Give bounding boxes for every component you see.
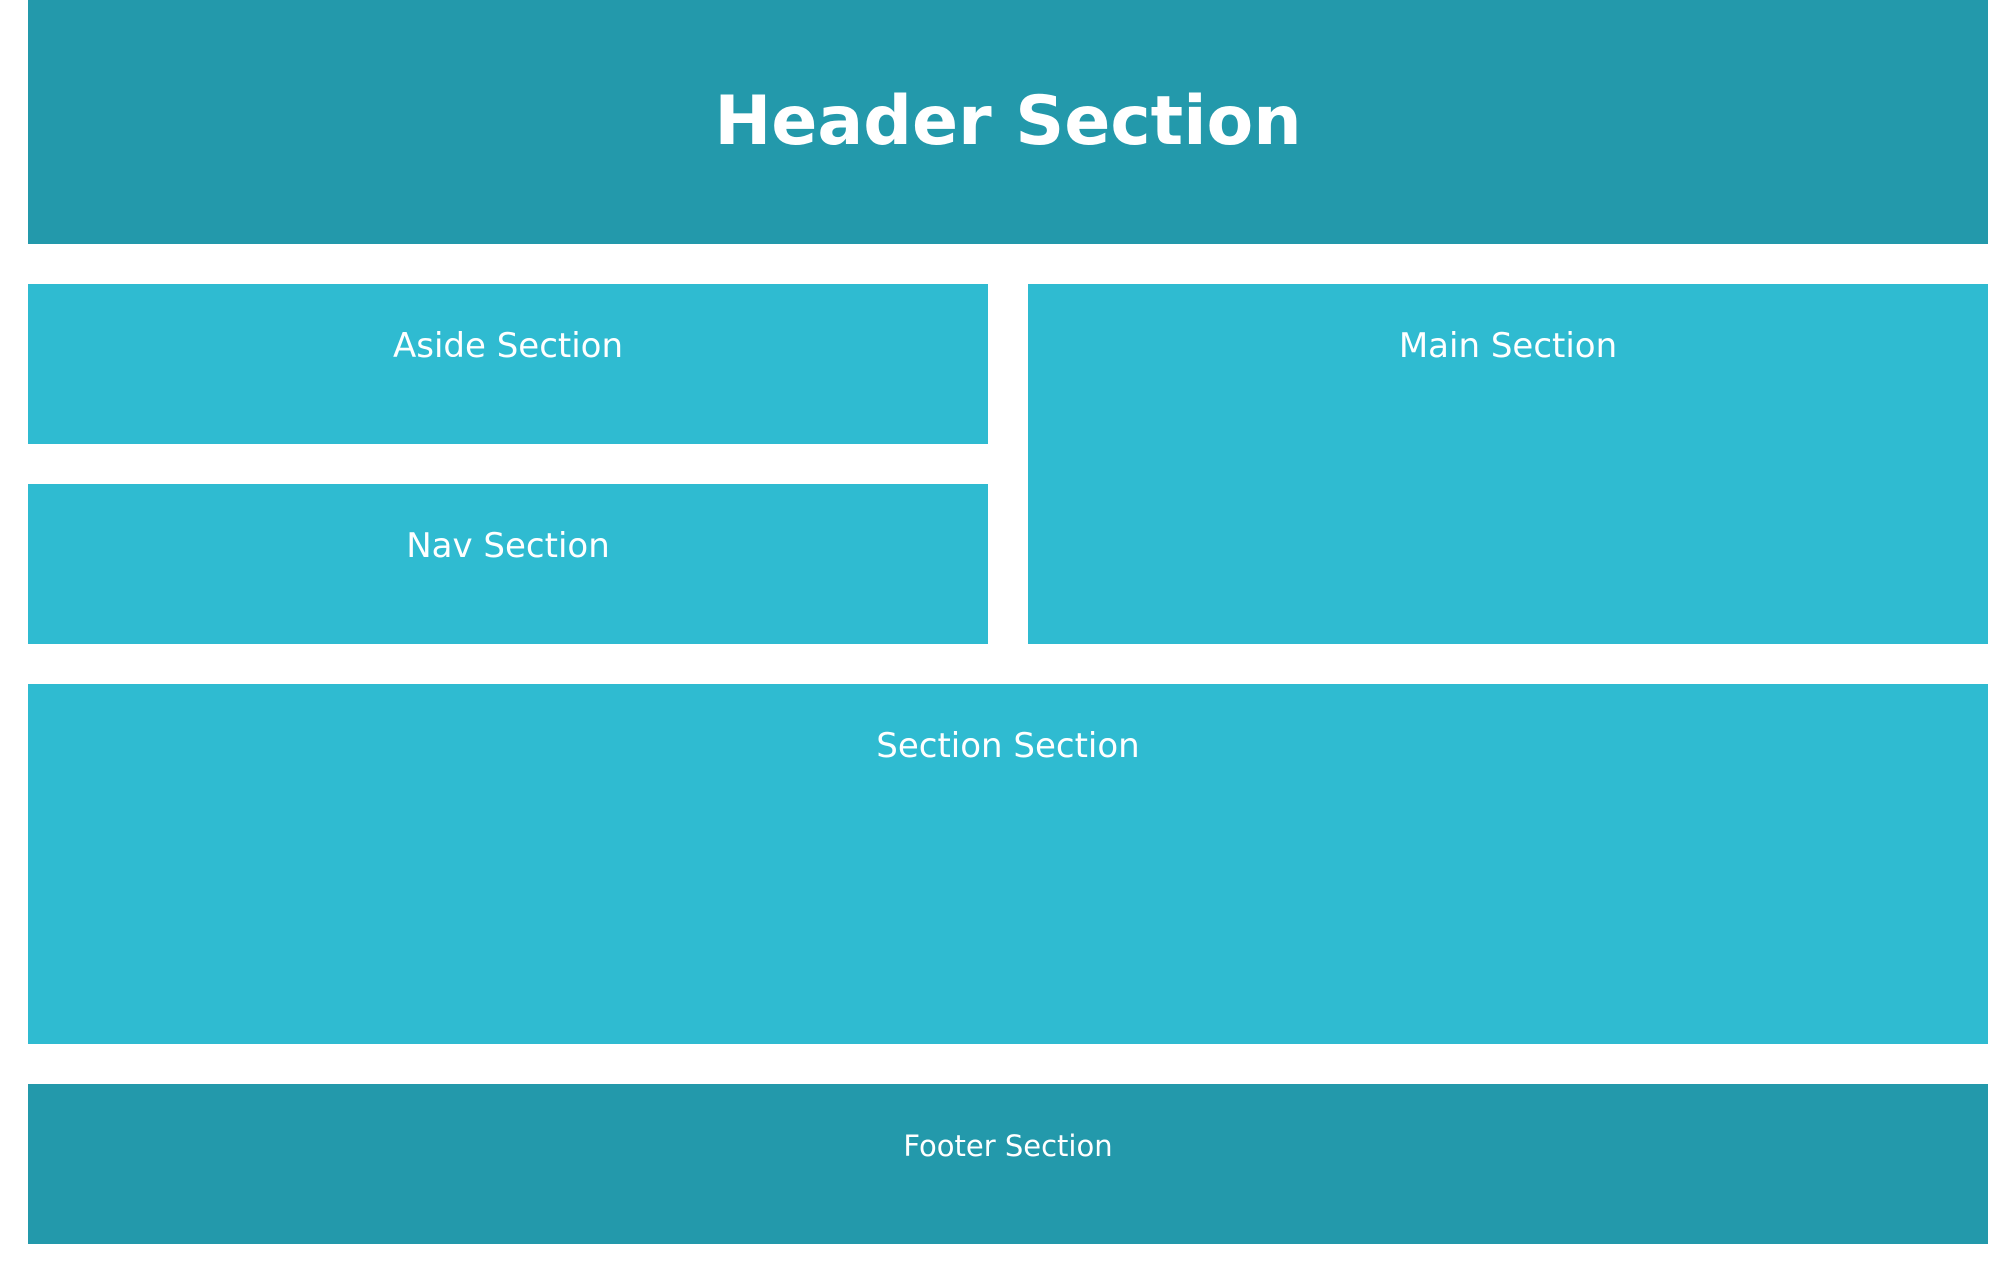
header-section: Header Section [28,0,1988,244]
aside-section: Aside Section [28,284,988,444]
aside-label: Aside Section [392,326,624,366]
section-label: Section Section [876,726,1140,766]
main-label: Main Section [1398,326,1618,366]
header-title: Header Section [714,82,1302,161]
nav-label: Nav Section [406,526,610,566]
section-section: Section Section [28,684,1988,1044]
nav-section: Nav Section [28,484,988,644]
footer-section: Footer Section [28,1084,1988,1244]
main-section: Main Section [1028,284,1988,644]
footer-label: Footer Section [903,1129,1113,1163]
